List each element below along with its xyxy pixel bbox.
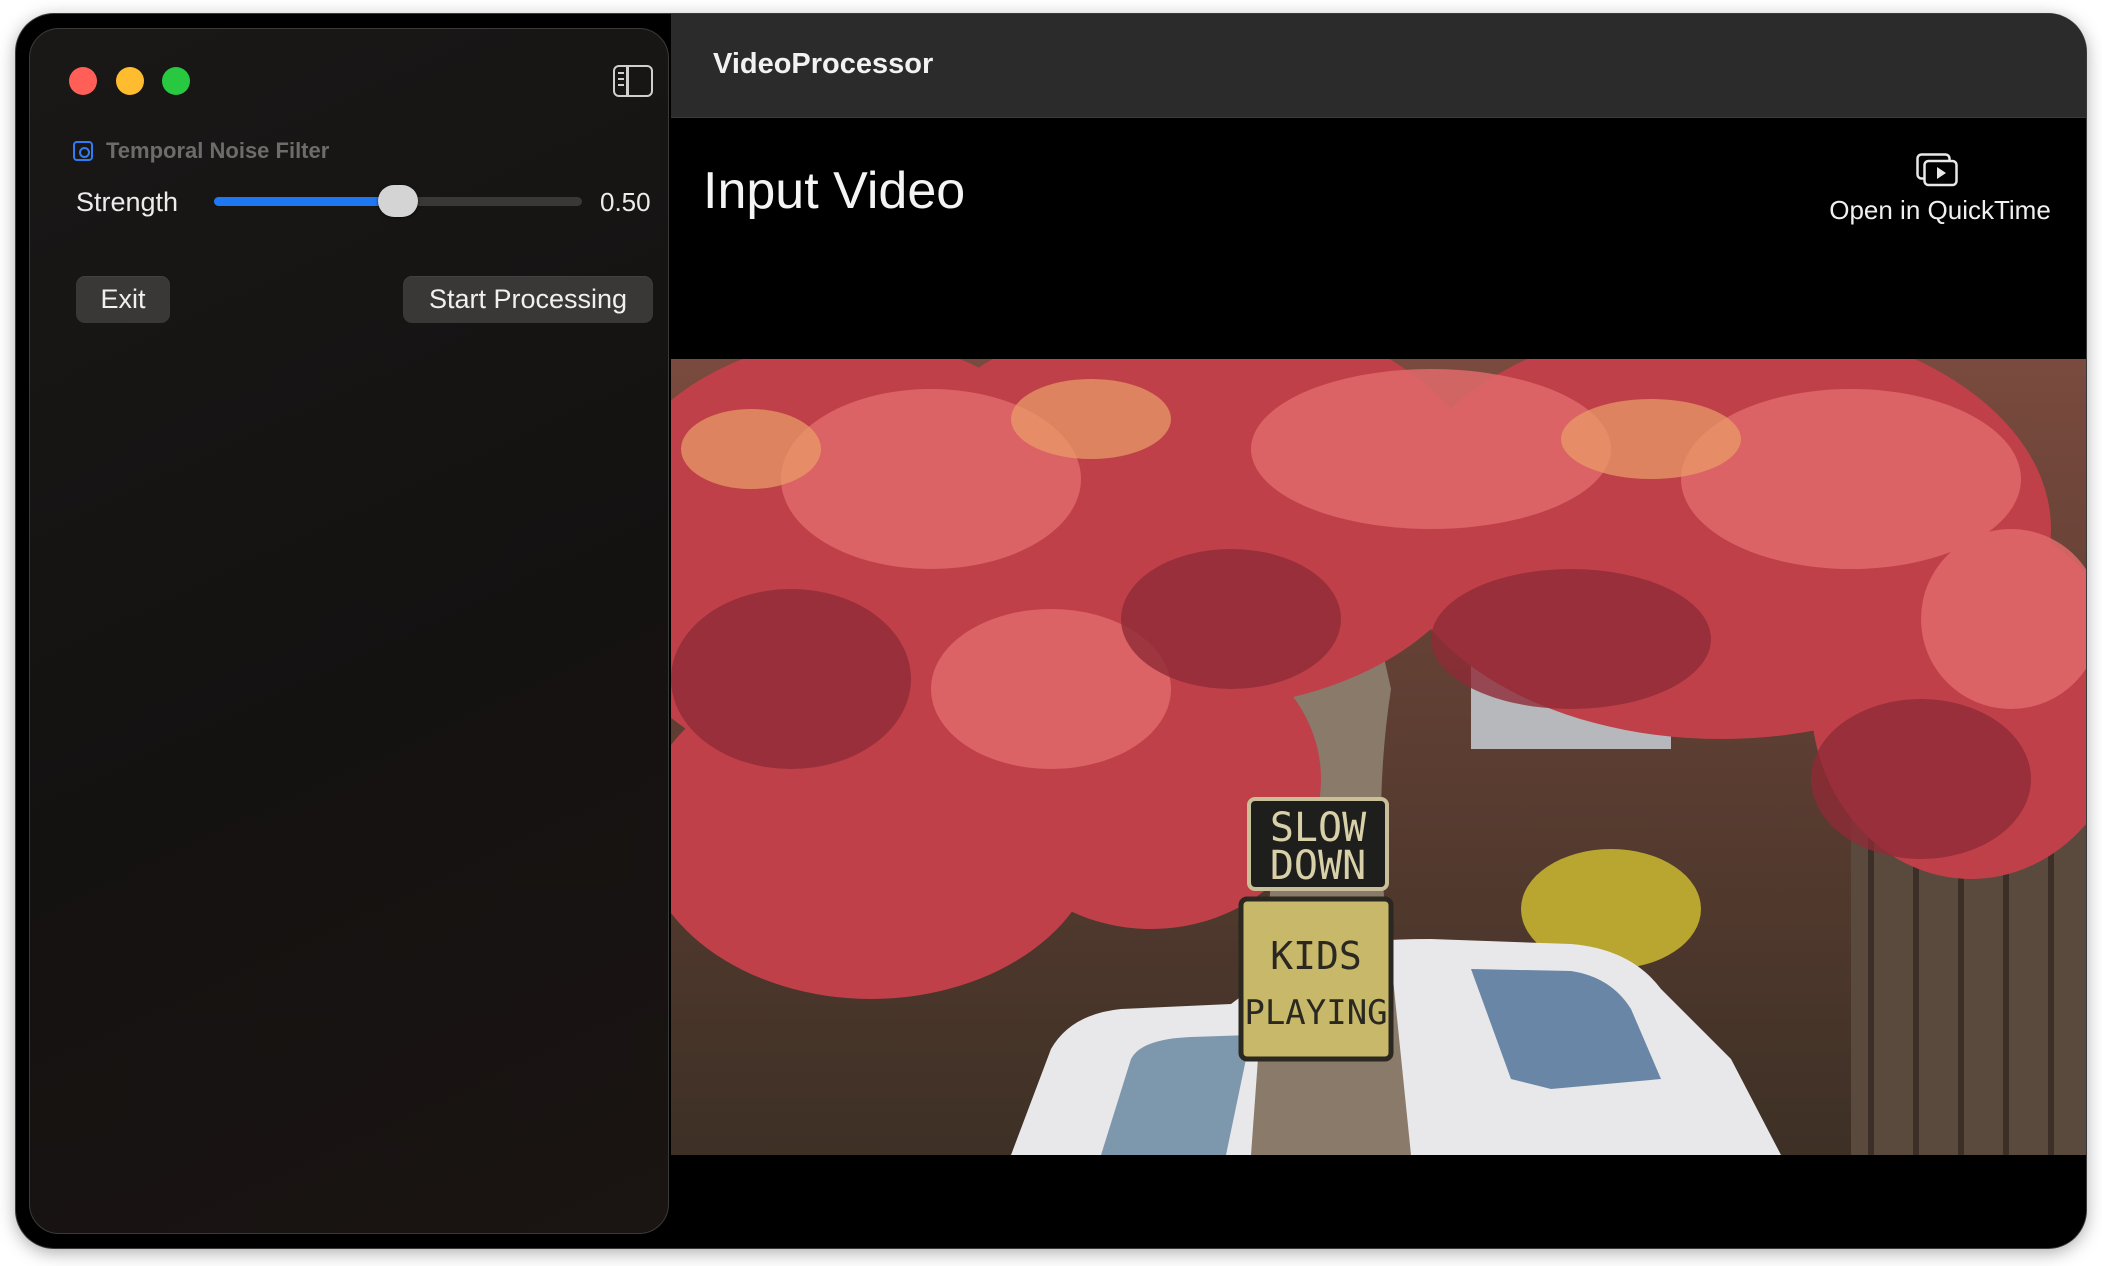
sign-text-line3: KIDS <box>1270 934 1362 978</box>
main-content: Input Video Open in QuickTime SLOW DOWN … <box>671 119 2086 1248</box>
strength-slider-fill <box>214 197 398 206</box>
sidebar-toggle-icon[interactable] <box>613 65 653 97</box>
sidebar-toggle-line <box>618 84 624 86</box>
close-window-button[interactable] <box>69 67 97 95</box>
section-title: Temporal Noise Filter <box>106 138 330 163</box>
sidebar-toggle-divider <box>626 67 629 95</box>
exit-button[interactable]: Exit <box>76 276 170 323</box>
video-frame-image: SLOW DOWN KIDS PLAYING <box>671 359 2086 1155</box>
minimize-window-button[interactable] <box>116 67 144 95</box>
sidebar-toggle-line <box>618 72 624 74</box>
strength-label: Strength <box>76 187 179 217</box>
sidebar-toggle-line <box>618 78 624 80</box>
open-in-quicktime-label: Open in QuickTime <box>1829 195 2051 225</box>
title-bar: VideoProcessor <box>671 14 2086 118</box>
strength-slider-thumb[interactable] <box>378 185 418 217</box>
start-processing-button[interactable]: Start Processing <box>403 276 653 323</box>
app-window: Temporal Noise Filter Strength 0.50 Exit… <box>16 14 2086 1248</box>
maximize-window-button[interactable] <box>162 67 190 95</box>
sign-text-line2: DOWN <box>1270 843 1366 889</box>
sidebar: Temporal Noise Filter Strength 0.50 Exit… <box>29 28 669 1234</box>
road-sign: SLOW DOWN KIDS PLAYING <box>1238 797 1394 1062</box>
open-in-quicktime-button[interactable]: Open in QuickTime <box>1820 153 2060 225</box>
sign-text-line4: PLAYING <box>1244 993 1387 1033</box>
quicktime-icon <box>1916 153 1958 187</box>
video-heading: Input Video <box>703 162 966 220</box>
video-preview[interactable]: SLOW DOWN KIDS PLAYING <box>671 359 2086 1155</box>
strength-slider[interactable] <box>214 185 582 217</box>
filter-icon <box>73 141 93 161</box>
strength-value: 0.50 <box>600 187 651 217</box>
app-title: VideoProcessor <box>713 48 934 80</box>
